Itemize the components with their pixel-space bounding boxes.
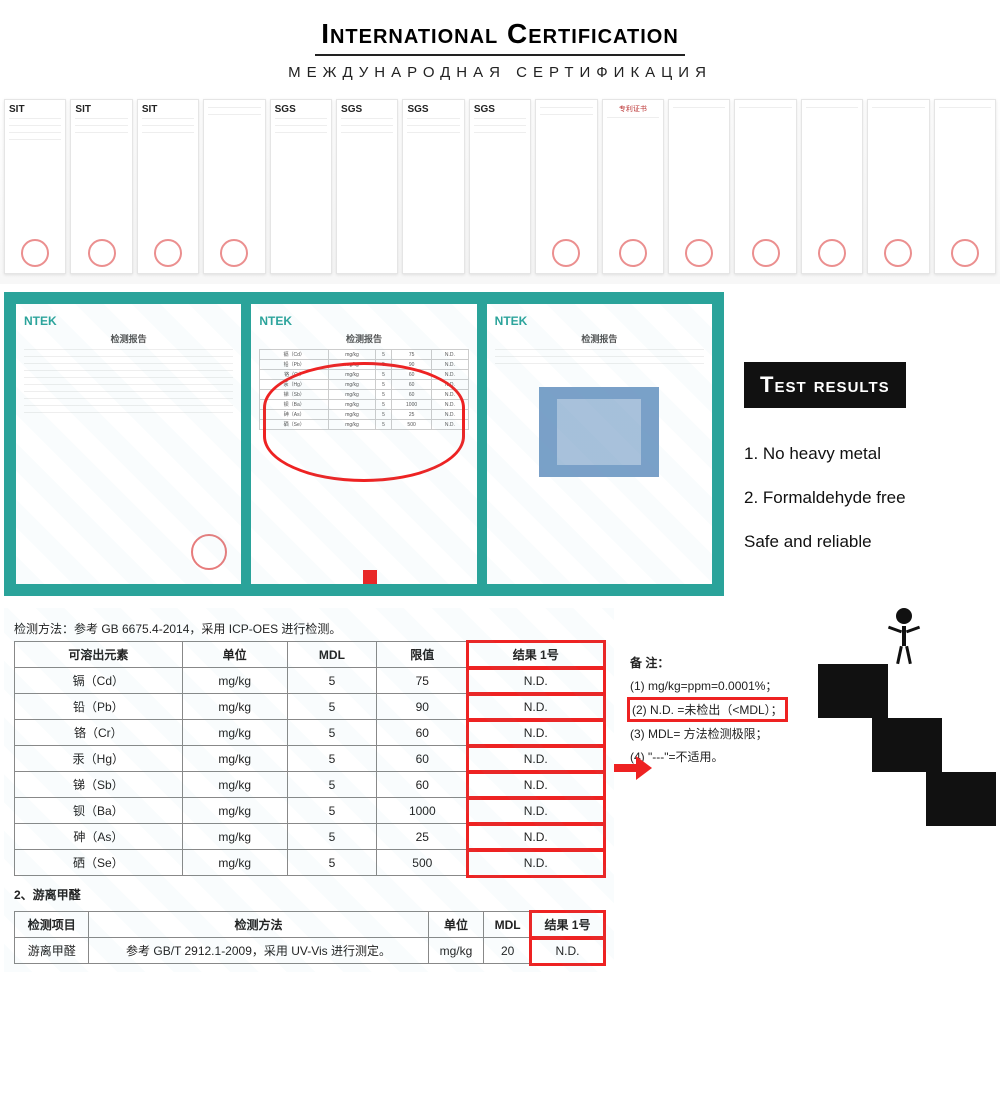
sample-photo	[539, 387, 659, 477]
report-brand: NTEK	[259, 314, 468, 328]
report-card: NTEK 检测报告	[16, 304, 241, 584]
cert-logo: SGS	[341, 104, 393, 115]
stamp-icon	[191, 534, 227, 570]
detail-table-panel: 检测方法：参考 GB 6675.4-2014，采用 ICP-OES 进行检测。 …	[4, 608, 614, 972]
cert-logo: SGS	[275, 104, 327, 115]
arrow-down-icon	[355, 570, 385, 584]
report-card: NTEK 检测报告 镉（Cd）mg/kg575N.D.铅（Pb）mg/kg590…	[251, 304, 476, 584]
report-card: NTEK 检测报告	[487, 304, 712, 584]
elements-table: 可溶出元素单位MDL限值结果 1号镉（Cd）mg/kg575N.D.铅（Pb）m…	[14, 641, 604, 876]
note-item: (1) mg/kg=ppm=0.0001%；	[630, 677, 813, 694]
cert-logo: SIT	[75, 104, 127, 115]
notes-panel: 备 注： (1) mg/kg=ppm=0.0001%； (2) N.D. =未检…	[624, 648, 819, 777]
result-item: 2. Formaldehyde free	[744, 488, 996, 508]
report-title: 检测报告	[24, 332, 233, 345]
note-item: (4) "---"=不适用。	[630, 748, 813, 765]
report-title: 检测报告	[259, 332, 468, 345]
page-subtitle: МЕЖДУНАРОДНАЯ СЕРТИФИКАЦИЯ	[0, 64, 1000, 81]
formaldehyde-table: 检测项目检测方法单位MDL结果 1号游离甲醛参考 GB/T 2912.1-200…	[14, 911, 604, 964]
note-item: (3) MDL= 方法检测极限；	[630, 725, 813, 742]
cert-logo: SIT	[9, 104, 61, 115]
highlight-circle-icon	[263, 362, 464, 482]
note-item-highlight: (2) N.D. =未检出（<MDL）；	[630, 700, 785, 719]
result-item: 1. No heavy metal	[744, 444, 996, 464]
cert-logo: SGS	[474, 104, 526, 115]
arrow-right-icon	[614, 756, 652, 780]
report-brand: NTEK	[495, 314, 704, 328]
notes-title: 备 注：	[630, 654, 813, 671]
report-panel: NTEK 检测报告 NTEK 检测报告 镉（Cd）mg/kg575N.D.铅（P…	[4, 292, 724, 596]
report-title: 检测报告	[495, 332, 704, 345]
person-icon	[888, 608, 920, 664]
results-heading: Test results	[744, 362, 906, 408]
cert-logo: 专利证书	[607, 104, 659, 114]
cert-logo: SGS	[407, 104, 459, 115]
stairs-graphic	[829, 608, 996, 972]
report-brand: NTEK	[24, 314, 233, 328]
cert-logo: SIT	[142, 104, 194, 115]
certificate-row: SIT SIT SIT SGS SGS SGS SGS 专利证书	[0, 93, 1000, 284]
result-summary: Safe and reliable	[744, 532, 996, 552]
section-title: 2、游离甲醛	[14, 886, 604, 903]
page-title: International Certification	[315, 18, 685, 56]
method-text: 检测方法：参考 GB 6675.4-2014，采用 ICP-OES 进行检测。	[14, 620, 604, 637]
